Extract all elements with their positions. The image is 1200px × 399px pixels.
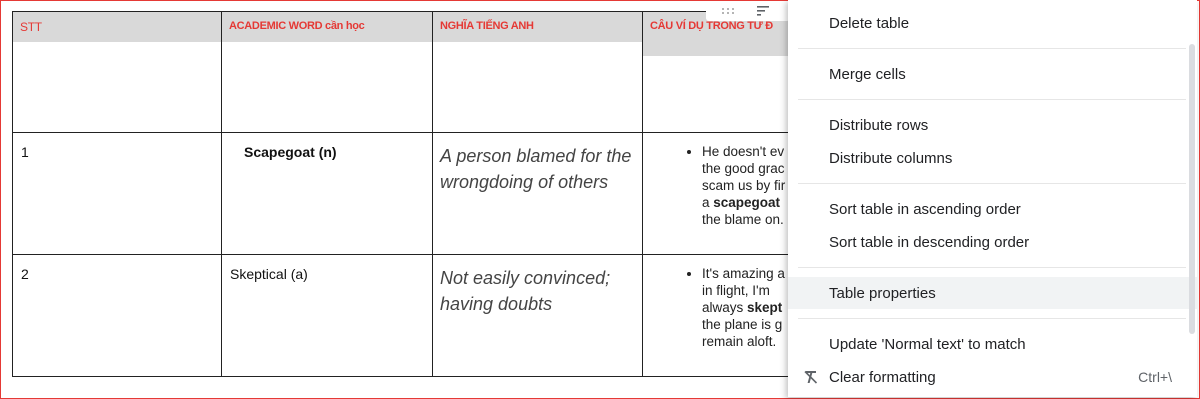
menu-item-merge-cells[interactable]: Merge cells: [788, 58, 1197, 90]
drag-handle-icon[interactable]: [722, 8, 735, 14]
shortcut-label: Ctrl+\: [1138, 369, 1172, 385]
header-stt: STT: [13, 12, 221, 42]
row-number: 1: [21, 144, 29, 160]
cell-meaning[interactable]: A person blamed for the wrongdoing of ot…: [432, 132, 643, 255]
table-context-menu: Delete table Merge cells Distribute rows…: [788, 0, 1197, 397]
menu-item-delete-table[interactable]: Delete table: [788, 7, 1197, 39]
header-academic-word: ACADEMIC WORD cần học: [222, 12, 432, 42]
cell-word[interactable]: Skeptical (a): [221, 254, 433, 377]
highlighted-word: scapegoat: [713, 195, 781, 210]
highlighted-word: skept: [747, 300, 783, 315]
header-meaning: NGHĨA TIẾNG ANH: [433, 12, 642, 42]
header-cell-stt[interactable]: STT: [12, 11, 222, 133]
cell-stt[interactable]: 2: [12, 254, 222, 377]
menu-item-clear-formatting[interactable]: Clear formatting Ctrl+\: [788, 361, 1197, 393]
word-meaning: A person blamed for the wrongdoing of ot…: [440, 146, 632, 192]
clear-formatting-icon: [803, 369, 819, 389]
vocab-word: Scapegoat (n): [244, 144, 337, 160]
cell-word[interactable]: Scapegoat (n): [221, 132, 433, 255]
table-toolbar: [706, 1, 790, 21]
vocab-word: Skeptical (a): [230, 266, 308, 282]
cell-stt[interactable]: 1: [12, 132, 222, 255]
menu-item-table-properties[interactable]: Table properties: [788, 277, 1197, 309]
word-meaning: Not easily convinced; having doubts: [440, 268, 611, 314]
menu-item-distribute-columns[interactable]: Distribute columns: [788, 142, 1197, 174]
menu-divider: [798, 99, 1186, 100]
row-number: 2: [21, 266, 29, 282]
menu-divider: [798, 267, 1186, 268]
menu-item-update-normal-text[interactable]: Update 'Normal text' to match: [788, 328, 1197, 360]
cell-meaning[interactable]: Not easily convinced; having doubts: [432, 254, 643, 377]
header-cell-word[interactable]: ACADEMIC WORD cần học: [221, 11, 433, 133]
menu-divider: [798, 318, 1186, 319]
menu-scrollbar[interactable]: [1189, 44, 1195, 334]
menu-divider: [798, 183, 1186, 184]
menu-divider: [798, 48, 1186, 49]
menu-item-distribute-rows[interactable]: Distribute rows: [788, 109, 1197, 141]
menu-item-sort-ascending[interactable]: Sort table in ascending order: [788, 193, 1197, 225]
header-cell-meaning[interactable]: NGHĨA TIẾNG ANH: [432, 11, 643, 133]
sort-icon[interactable]: [757, 6, 771, 16]
menu-item-sort-descending[interactable]: Sort table in descending order: [788, 226, 1197, 258]
